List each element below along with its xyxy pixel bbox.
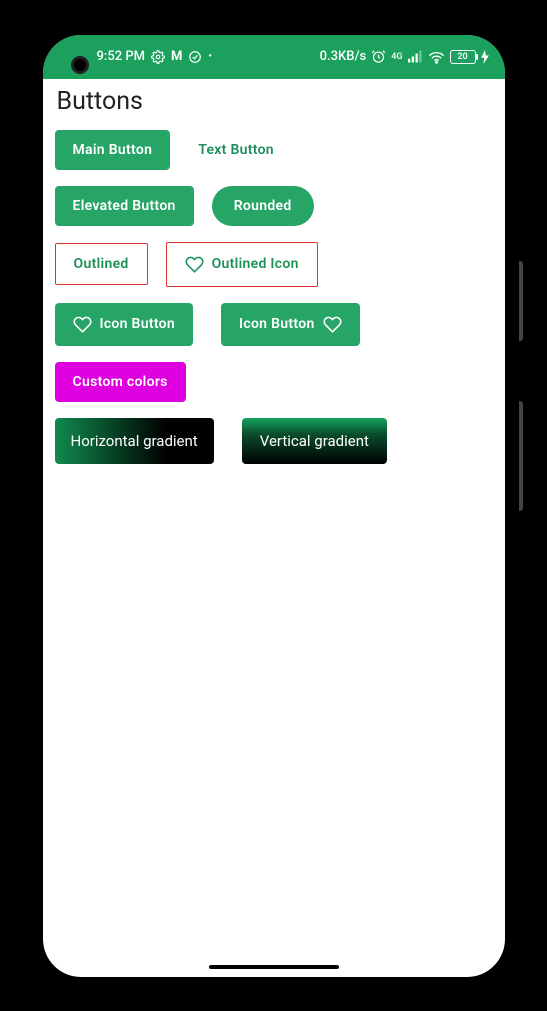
heart-icon [185, 255, 204, 274]
icon-button-left-label: Icon Button [100, 316, 176, 332]
custom-colors-button[interactable]: Custom colors [55, 362, 186, 402]
outlined-icon-label: Outlined Icon [212, 256, 299, 272]
alarm-icon [371, 49, 386, 64]
signal-icon [408, 50, 423, 63]
battery-icon: 20 [450, 50, 476, 64]
network-4g-icon: 4G [391, 52, 402, 62]
vertical-gradient-button[interactable]: Vertical gradient [242, 418, 387, 464]
dot-icon: • [208, 51, 212, 62]
main-button[interactable]: Main Button [55, 130, 171, 170]
main-content: Buttons Main Button Text Button Elevated… [43, 79, 505, 488]
elevated-button[interactable]: Elevated Button [55, 186, 194, 226]
home-indicator[interactable] [209, 965, 339, 969]
heart-icon [323, 315, 342, 334]
data-rate: 0.3KB/s [320, 49, 367, 64]
page-title: Buttons [57, 87, 493, 116]
horizontal-gradient-button[interactable]: Horizontal gradient [55, 418, 214, 464]
status-time: 9:52 PM [97, 49, 146, 64]
outlined-icon-button[interactable]: Outlined Icon [166, 242, 318, 287]
circle-icon [188, 50, 202, 64]
text-button[interactable]: Text Button [188, 130, 284, 170]
heart-icon [73, 315, 92, 334]
status-bar: 9:52 PM M • 0.3KB/s 4G 20 [43, 35, 505, 79]
app-icon: M [171, 49, 182, 64]
outlined-button[interactable]: Outlined [55, 243, 148, 285]
rounded-button[interactable]: Rounded [212, 186, 314, 226]
camera-cutout [71, 56, 89, 74]
wifi-icon [428, 50, 445, 64]
gear-icon [151, 50, 165, 64]
icon-button-left[interactable]: Icon Button [55, 303, 194, 346]
icon-button-right[interactable]: Icon Button [221, 303, 360, 346]
charging-icon [481, 50, 489, 64]
icon-button-right-label: Icon Button [239, 316, 315, 332]
